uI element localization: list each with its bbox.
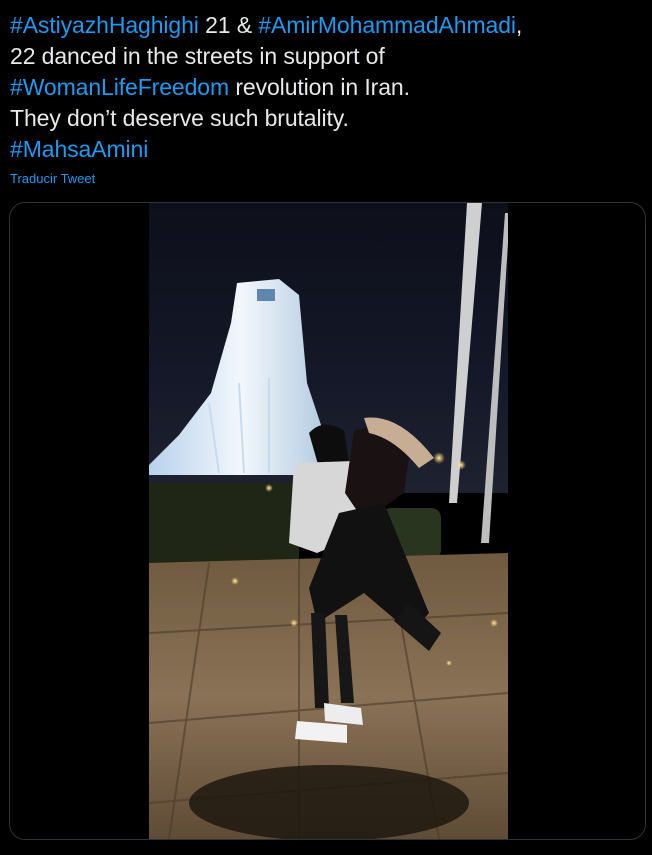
hashtag-astiyazhhaghighi[interactable]: #AstiyazhHaghighi <box>10 12 199 38</box>
tweet-line-2: 22 danced in the streets in support of <box>10 43 385 69</box>
tweet-line-5: #MahsaAmini <box>10 134 642 165</box>
tweet-line-4: They don’t deserve such brutality. <box>10 105 349 131</box>
tweet-text-revolution: revolution in Iran. <box>229 74 410 100</box>
tweet-media-video[interactable] <box>9 202 646 840</box>
tweet-line-3: #WomanLifeFreedom revolution in Iran. <box>10 72 642 103</box>
translate-tweet-link[interactable]: Traducir Tweet <box>10 171 95 186</box>
hashtag-amirmohammadahmadi[interactable]: #AmirMohammadAhmadi <box>258 12 516 38</box>
video-frame[interactable] <box>149 203 508 839</box>
hashtag-womanlifefreedom[interactable]: #WomanLifeFreedom <box>10 74 229 100</box>
tweet-text-age-1: 21 & <box>198 12 259 38</box>
hashtag-mahsaamini[interactable]: #MahsaAmini <box>10 136 148 162</box>
video-still-image <box>149 203 508 839</box>
tweet-text-comma: , <box>515 12 523 38</box>
tweet-line-1: #AstiyazhHaghighi 21 & #AmirMohammadAhma… <box>10 10 642 41</box>
tweet-text: #AstiyazhHaghighi 21 & #AmirMohammadAhma… <box>10 10 642 165</box>
